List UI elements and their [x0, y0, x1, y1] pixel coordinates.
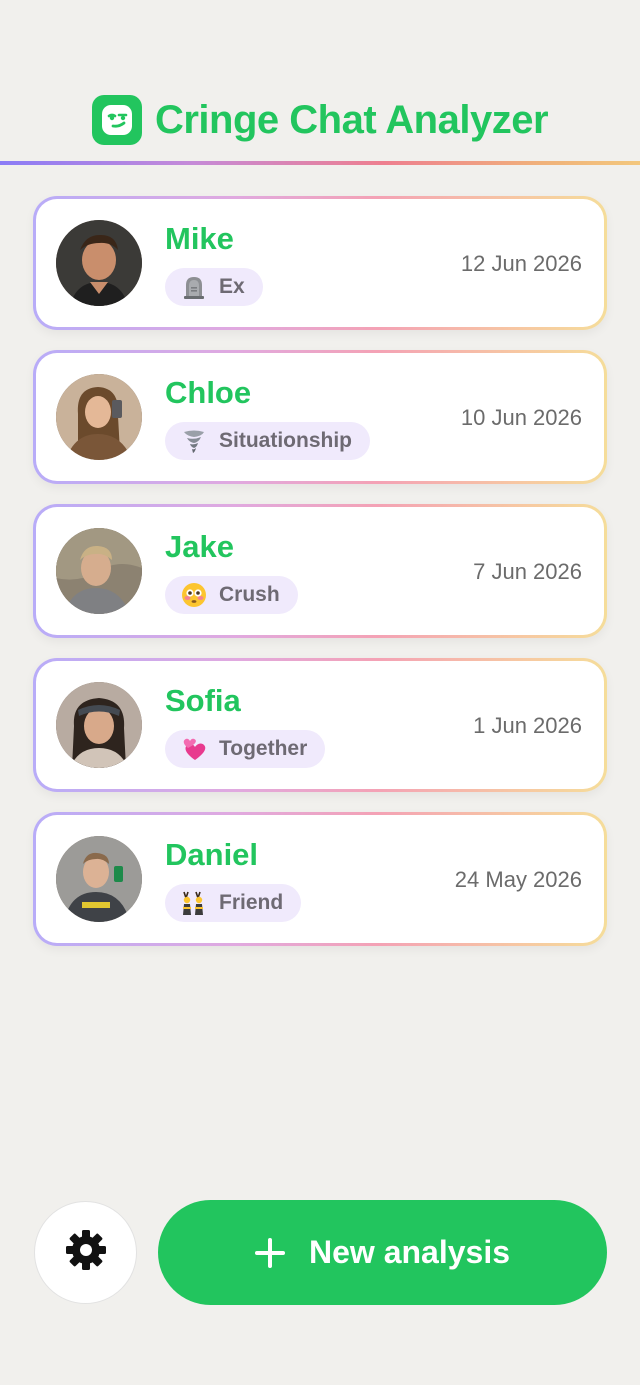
flushed-face-icon [181, 582, 207, 608]
app-header: Cringe Chat Analyzer [0, 94, 640, 146]
contact-name: Mike [165, 221, 234, 256]
relation-badge: Ex [165, 268, 263, 306]
new-analysis-button[interactable]: New analysis [158, 1200, 607, 1305]
app-title: Cringe Chat Analyzer [154, 97, 549, 142]
avatar [56, 528, 142, 614]
relation-label: Crush [219, 583, 280, 606]
chat-date: 7 Jun 2026 [473, 559, 582, 584]
avatar [56, 374, 142, 460]
chat-list: Mike Ex 12 Jun 2026 Chloe Situationship … [33, 196, 607, 966]
relation-badge: Situationship [165, 422, 370, 460]
relation-badge: Friend [165, 884, 302, 922]
contact-name: Chloe [165, 375, 252, 410]
chat-card-jake[interactable]: Jake Crush 7 Jun 2026 [33, 504, 607, 638]
two-hearts-icon [181, 736, 207, 762]
app-screen: Cringe Chat Analyzer Mike Ex 12 Jun 2026… [0, 0, 640, 1385]
chat-card-sofia[interactable]: Sofia Together 1 Jun 2026 [33, 658, 607, 792]
contact-name: Sofia [165, 683, 241, 718]
relation-label: Ex [219, 275, 245, 298]
relation-label: Situationship [219, 429, 352, 452]
plus-icon [255, 1237, 285, 1268]
chat-card-mike[interactable]: Mike Ex 12 Jun 2026 [33, 196, 607, 330]
gear-icon [64, 1228, 108, 1277]
chat-date: 1 Jun 2026 [473, 713, 582, 738]
relation-label: Friend [219, 891, 284, 914]
relation-badge: Crush [165, 576, 298, 614]
chat-date: 12 Jun 2026 [460, 251, 582, 276]
header-gradient-divider [0, 161, 640, 165]
relation-badge: Together [165, 730, 326, 768]
avatar [56, 220, 142, 306]
chat-card-chloe[interactable]: Chloe Situationship 10 Jun 2026 [33, 350, 607, 484]
settings-button[interactable] [34, 1201, 137, 1304]
people-with-bunny-ears-icon [181, 890, 207, 916]
contact-name: Jake [165, 529, 234, 564]
avatar [56, 682, 142, 768]
headstone-icon [181, 274, 207, 300]
tornado-icon [181, 428, 207, 454]
chat-card-daniel[interactable]: Daniel Friend 24 May 2026 [33, 812, 607, 946]
smirk-face-icon [91, 95, 142, 145]
avatar [56, 836, 142, 922]
contact-name: Daniel [165, 837, 259, 872]
chat-date: 10 Jun 2026 [460, 405, 582, 430]
chat-date: 24 May 2026 [454, 867, 582, 892]
relation-label: Together [219, 737, 308, 760]
new-analysis-label: New analysis [309, 1234, 510, 1270]
